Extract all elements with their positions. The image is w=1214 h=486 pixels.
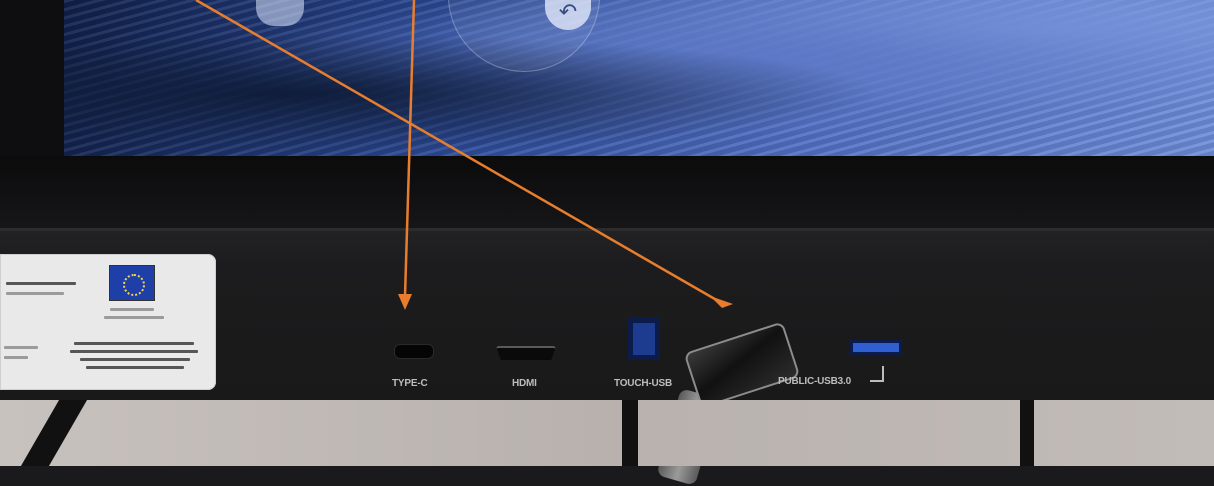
arrow-head-type-c <box>398 294 412 310</box>
arrow-head-usb-stick <box>710 296 733 308</box>
arrow-to-type-c <box>403 0 416 297</box>
annotation-arrows <box>195 0 733 310</box>
arrow-to-usb-stick <box>195 0 721 304</box>
